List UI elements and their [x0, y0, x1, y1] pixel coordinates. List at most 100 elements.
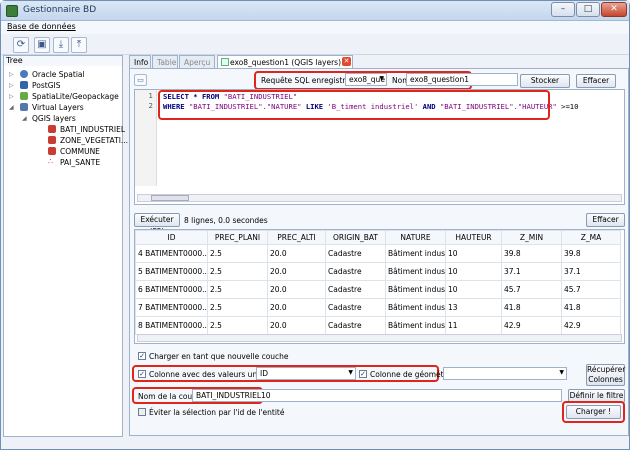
tab-apercu[interactable]: Aperçu [179, 55, 215, 69]
row-number: 6 [138, 285, 143, 294]
cell: 37.1 [501, 262, 562, 281]
load-button[interactable]: Charger ! [566, 405, 621, 419]
minimize-button[interactable]: – [551, 2, 575, 17]
table-row[interactable]: 6 BATIMENT0000... 2.5 20.0 Cadastre Bâti… [135, 280, 621, 299]
geometry-column-checkbox[interactable]: ✓ [359, 370, 367, 378]
cell: 45.7 [501, 280, 562, 299]
row-number: 4 [138, 249, 143, 258]
sql-window-icon[interactable]: ▣ [34, 37, 50, 53]
cell: 41.8 [561, 298, 621, 317]
toolbar: ⟳ ▣ ⤓ ⤒ [1, 35, 629, 55]
col-header[interactable]: ORIGIN_BAT [325, 230, 386, 245]
col-header[interactable]: Z_MIN [501, 230, 562, 245]
clear-query-button[interactable]: Effacer [576, 74, 616, 88]
expand-icon[interactable]: ▷ [9, 82, 14, 89]
results-table: ID PREC_PLANI PREC_ALTI ORIGIN_BAT NATUR… [134, 229, 625, 344]
menu-database[interactable]: Base de données [7, 22, 76, 31]
tab-query[interactable]: exo8_question1 (QGIS layers) [217, 55, 353, 69]
app-window: Gestionnaire BD – □ ✕ Base de données ⟳ … [0, 0, 630, 450]
tab-table[interactable]: Table [152, 55, 178, 69]
cell: 20.0 [267, 262, 326, 281]
cell: Bâtiment indus... [385, 280, 446, 299]
cell: 41.8 [501, 298, 562, 317]
import-icon[interactable]: ⤓ [53, 37, 69, 53]
table-row[interactable]: 7 BATIMENT0000... 2.5 20.0 Cadastre Bâti… [135, 298, 621, 317]
unique-column-value: ID [260, 369, 268, 378]
tree-item-zone-vegetation[interactable]: ZONE_VEGETATI... [60, 136, 128, 145]
tab-bar: Info Table Aperçu exo8_question1 (QGIS l… [129, 55, 629, 69]
tree-item-commune[interactable]: COMMUNE [60, 147, 100, 156]
chevron-down-icon: ▼ [379, 75, 384, 82]
geometry-column-label: Colonne de géométrie [370, 370, 454, 379]
table-row[interactable]: 5 BATIMENT0000... 2.5 20.0 Cadastre Bâti… [135, 262, 621, 281]
col-header[interactable]: NATURE [385, 230, 446, 245]
spatialite-icon [20, 92, 28, 100]
cell: 20.0 [267, 316, 326, 335]
cell: Cadastre [325, 244, 386, 263]
cell: BATIMENT0000... [145, 303, 208, 312]
query-panel: ▭ Requête SQL enregistrée : exo8_que ▼ N… [129, 68, 629, 436]
scroll-thumb[interactable] [151, 195, 189, 201]
cell: 20.0 [267, 280, 326, 299]
export-icon[interactable]: ⤒ [71, 37, 87, 53]
geometry-column-select[interactable]: ▼ [443, 367, 567, 380]
cell: 2.5 [207, 244, 268, 263]
cell: 10 [445, 244, 502, 263]
close-button[interactable]: ✕ [601, 2, 627, 17]
tab-info[interactable]: Info [129, 55, 151, 69]
table-row[interactable]: 8 BATIMENT0000... 2.5 20.0 Cadastre Bâti… [135, 316, 621, 335]
col-header[interactable]: HAUTEUR [445, 230, 502, 245]
tree-item-virtual-layers[interactable]: Virtual Layers [32, 103, 84, 112]
chevron-down-icon: ▼ [348, 369, 353, 376]
maximize-button[interactable]: □ [576, 2, 600, 17]
clear-results-button[interactable]: Effacer [586, 213, 625, 227]
tree-item-spatialite[interactable]: SpatiaLite/Geopackage [32, 92, 119, 101]
cell: 20.0 [267, 244, 326, 263]
unique-column-checkbox[interactable]: ✓ [138, 370, 146, 378]
table-row[interactable]: 4 BATIMENT0000... 2.5 20.0 Cadastre Bâti… [135, 244, 621, 263]
col-header[interactable]: ID [135, 230, 208, 245]
execute-button[interactable]: Exécuter (F5) [134, 213, 180, 236]
app-icon [6, 5, 18, 17]
retrieve-columns-button[interactable]: Récupérer Colonnes [586, 364, 625, 386]
sql-operator: >=10 [561, 102, 579, 111]
expand-icon[interactable]: ▷ [9, 71, 14, 78]
cell: Cadastre [325, 316, 386, 335]
collapse-icon[interactable]: ◢ [22, 115, 27, 122]
tree-item-qgis-layers[interactable]: QGIS layers [32, 114, 76, 123]
saved-query-select[interactable]: exo8_que ▼ [345, 73, 387, 86]
tree-item-pai-sante[interactable]: PAI_SANTE [60, 158, 100, 167]
sql-icon[interactable]: ▭ [134, 74, 147, 86]
cell: BATIMENT0000... [145, 285, 208, 294]
table-scrollbar[interactable] [137, 334, 622, 342]
cell: BATIMENT0000... [145, 267, 208, 276]
cell: 10 [445, 280, 502, 299]
tree-item-oracle[interactable]: Oracle Spatial [32, 70, 85, 79]
oracle-icon [20, 70, 28, 78]
tree-item-postgis[interactable]: PostGIS [32, 81, 60, 90]
expand-icon[interactable]: ▷ [9, 93, 14, 100]
unique-column-select[interactable]: ID ▼ [256, 367, 356, 380]
postgis-icon [20, 81, 28, 89]
store-button[interactable]: Stocker [520, 74, 570, 88]
layer-name-input[interactable]: BATI_INDUSTRIEL10 [192, 389, 562, 402]
col-header[interactable]: PREC_ALTI [267, 230, 326, 245]
cell: 42.9 [501, 316, 562, 335]
tree-item-bati-industriel[interactable]: BATI_INDUSTRIEL [60, 125, 125, 134]
cell: Cadastre [325, 298, 386, 317]
cell: Bâtiment indus... [385, 298, 446, 317]
close-tab-icon[interactable]: ✕ [342, 57, 351, 66]
avoid-selection-checkbox[interactable] [138, 408, 146, 416]
query-name-input[interactable]: exo8_question1 [406, 73, 518, 86]
tree-header: Tree [4, 56, 122, 66]
line-number: 1 [148, 92, 153, 100]
row-number: 7 [138, 303, 143, 312]
cell: 37.1 [561, 262, 621, 281]
col-header[interactable]: Z_MA [561, 230, 621, 245]
collapse-icon[interactable]: ◢ [9, 104, 14, 111]
editor-scrollbar[interactable] [137, 194, 622, 202]
cell: Bâtiment indus... [385, 316, 446, 335]
col-header[interactable]: PREC_PLANI [207, 230, 268, 245]
load-as-layer-checkbox[interactable]: ✓ [138, 352, 146, 360]
refresh-icon[interactable]: ⟳ [13, 37, 29, 53]
